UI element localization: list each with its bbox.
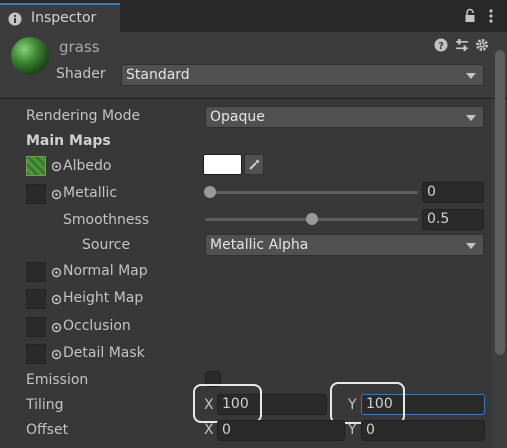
eyedropper-icon — [249, 159, 260, 170]
offset-x-label: X — [204, 422, 214, 438]
occlusion-texture-slot[interactable] — [26, 317, 46, 337]
texture-picker-icon[interactable] — [51, 267, 62, 278]
source-dropdown[interactable]: Metallic Alpha — [205, 234, 484, 256]
tab-label: Inspector — [31, 10, 97, 26]
texture-picker-icon[interactable] — [51, 161, 62, 172]
emission-label: Emission — [26, 372, 89, 388]
shader-dropdown[interactable]: Standard — [121, 64, 484, 86]
svg-text:?: ? — [438, 41, 444, 52]
normal-map-label: Normal Map — [63, 263, 148, 279]
height-map-texture-slot[interactable] — [26, 289, 46, 309]
tiling-y-highlight — [330, 382, 405, 424]
rendering-mode-label: Rendering Mode — [26, 108, 141, 124]
metallic-label: Metallic — [63, 185, 118, 201]
metallic-value: 0 — [427, 184, 436, 200]
scrollbar-thumb[interactable] — [495, 50, 505, 355]
texture-picker-icon[interactable] — [51, 294, 62, 305]
offset-label: Offset — [26, 422, 69, 438]
settings-icon[interactable] — [475, 38, 489, 52]
offset-y-field[interactable]: 0 — [361, 420, 485, 441]
offset-y-value: 0 — [366, 422, 375, 438]
tab-inspector[interactable]: Inspector — [0, 3, 120, 32]
smoothness-value: 0.5 — [427, 211, 450, 227]
help-icon[interactable]: ? — [434, 38, 448, 52]
occlusion-label: Occlusion — [63, 318, 131, 334]
main-maps-heading: Main Maps — [26, 133, 111, 149]
rendering-mode-dropdown[interactable]: Opaque — [205, 106, 484, 128]
chevron-down-icon — [466, 243, 476, 249]
metallic-texture-slot[interactable] — [26, 184, 46, 204]
lock-icon[interactable] — [463, 8, 477, 24]
chevron-down-icon — [466, 73, 476, 79]
metallic-slider-knob[interactable] — [204, 186, 216, 198]
texture-picker-icon[interactable] — [51, 189, 62, 200]
offset-x-field[interactable]: 0 — [217, 420, 345, 441]
source-value: Metallic Alpha — [210, 237, 309, 253]
tiling-x-highlight — [193, 384, 262, 423]
preset-icon[interactable] — [455, 38, 469, 52]
albedo-texture-slot[interactable] — [26, 156, 46, 176]
chevron-down-icon — [466, 115, 476, 121]
smoothness-label: Smoothness — [63, 212, 150, 228]
detail-mask-label: Detail Mask — [63, 345, 145, 361]
normal-map-texture-slot[interactable] — [26, 262, 46, 282]
albedo-color-field[interactable] — [203, 154, 242, 175]
detail-mask-texture-slot[interactable] — [26, 344, 46, 364]
material-name: grass — [59, 38, 100, 56]
smoothness-value-field[interactable]: 0.5 — [422, 209, 484, 230]
kebab-menu-icon[interactable] — [484, 8, 498, 24]
info-icon — [8, 12, 22, 26]
smoothness-slider-knob[interactable] — [306, 213, 318, 225]
source-label: Source — [82, 237, 131, 253]
shader-value: Standard — [126, 67, 190, 83]
texture-picker-icon[interactable] — [51, 349, 62, 360]
eyedropper-button[interactable] — [244, 154, 264, 175]
texture-picker-icon[interactable] — [51, 322, 62, 333]
offset-y-label: Y — [348, 422, 357, 438]
tiling-label: Tiling — [26, 397, 64, 413]
tab-bar: Inspector — [0, 0, 507, 32]
height-map-label: Height Map — [63, 290, 144, 306]
offset-x-value: 0 — [222, 422, 231, 438]
albedo-label: Albedo — [63, 158, 112, 174]
rendering-mode-value: Opaque — [210, 109, 265, 125]
metallic-value-field[interactable]: 0 — [422, 182, 484, 203]
material-preview-ball — [11, 37, 49, 75]
shader-label: Shader — [56, 66, 106, 82]
metallic-slider-track[interactable] — [205, 191, 418, 194]
